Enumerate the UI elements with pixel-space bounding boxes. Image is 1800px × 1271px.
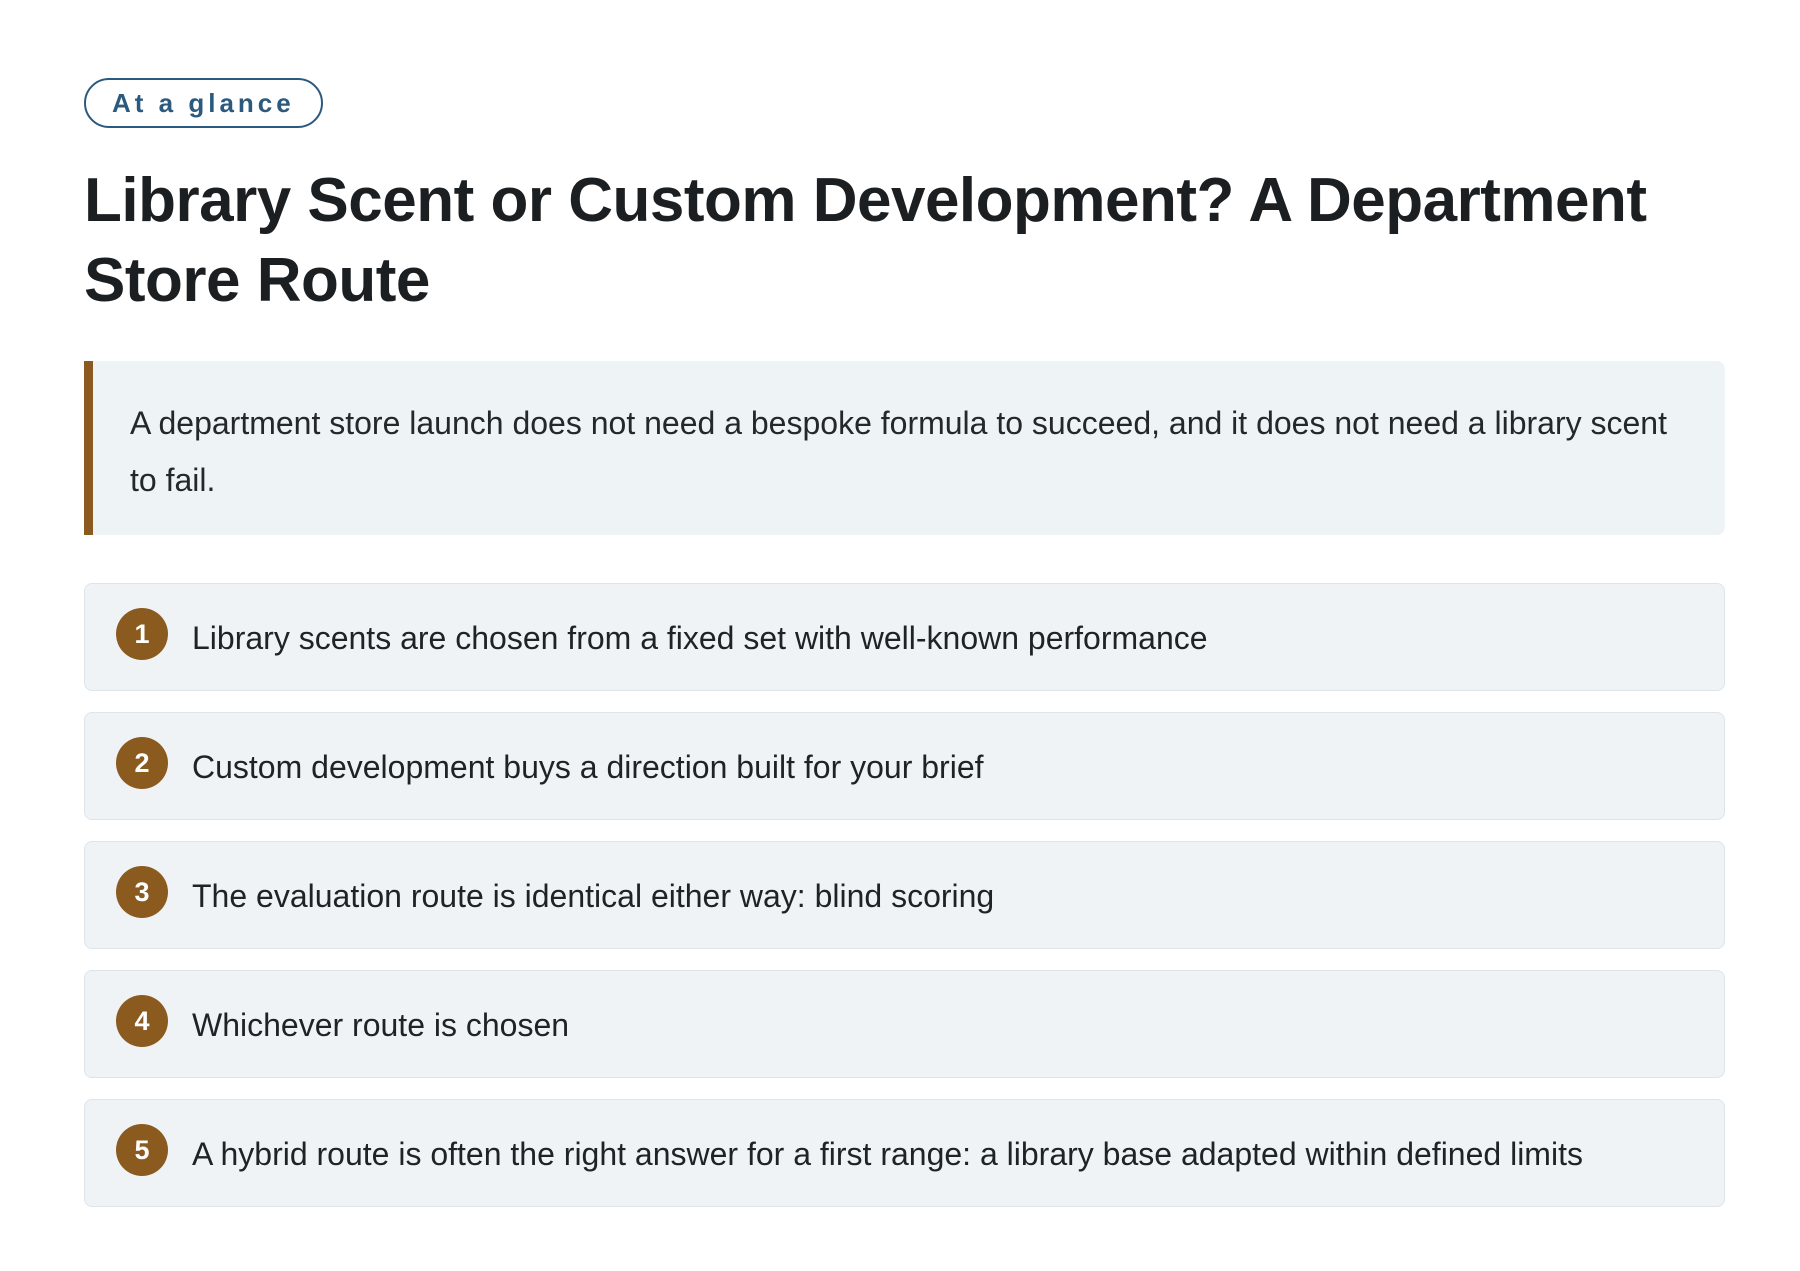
item-number-badge: 2 [116, 737, 168, 789]
item-text: Custom development buys a direction buil… [192, 749, 984, 785]
at-a-glance-badge: At a glance [84, 78, 323, 128]
list-item: 1 Library scents are chosen from a fixed… [84, 583, 1725, 691]
item-text: The evaluation route is identical either… [192, 878, 995, 914]
item-number-badge: 4 [116, 995, 168, 1047]
page: At a glance Library Scent or Custom Deve… [84, 78, 1725, 1228]
list-item: 3 The evaluation route is identical eith… [84, 841, 1725, 949]
item-number-badge: 1 [116, 608, 168, 660]
item-text: A hybrid route is often the right answer… [192, 1136, 1583, 1172]
item-number-badge: 5 [116, 1124, 168, 1176]
list-item: 2 Custom development buys a direction bu… [84, 712, 1725, 820]
summary-callout: A department store launch does not need … [84, 361, 1725, 535]
list-item: 4 Whichever route is chosen [84, 970, 1725, 1078]
key-points-list: 1 Library scents are chosen from a fixed… [84, 583, 1725, 1207]
list-item: 5 A hybrid route is often the right answ… [84, 1099, 1725, 1207]
page-title: Library Scent or Custom Development? A D… [84, 166, 1647, 315]
item-number-badge: 3 [116, 866, 168, 918]
item-text: Whichever route is chosen [192, 1007, 570, 1043]
item-text: Library scents are chosen from a fixed s… [192, 620, 1208, 656]
